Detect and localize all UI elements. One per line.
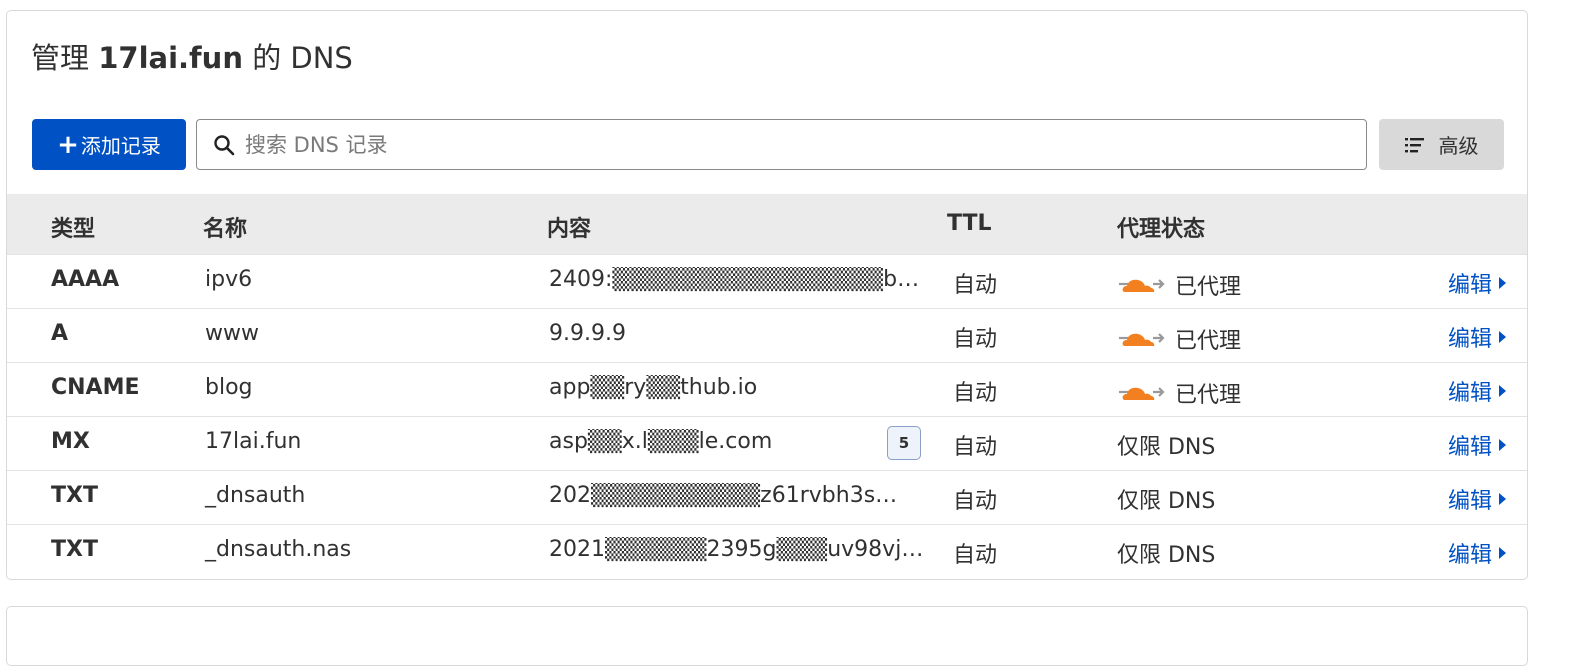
proxy-status: 仅限 DNS [1117, 483, 1215, 515]
record-name: www [205, 321, 259, 346]
record-type: AAAA [51, 267, 120, 292]
proxy-status-label: 已代理 [1175, 329, 1242, 354]
record-name: 17lai.fun [205, 429, 302, 454]
add-record-button[interactable]: + 添加记录 [32, 119, 186, 170]
record-ttl: 自动 [953, 381, 998, 406]
record-content: 2021▒▒▒▒▒▒2395g▒▒▒uv98vj7… [549, 537, 924, 562]
record-ttl: 自动 [953, 489, 998, 514]
record-ttl: 自动 [953, 435, 998, 460]
proxy-status: 仅限 DNS [1117, 429, 1215, 461]
edit-link[interactable]: 编辑 [1448, 375, 1507, 407]
edit-link[interactable]: 编辑 [1448, 321, 1507, 353]
table-row[interactable]: TXT _dnsauth.nas 2021▒▒▒▒▒▒2395g▒▒▒uv98v… [7, 524, 1527, 578]
record-content: 2409:▒▒▒▒▒▒▒▒▒▒▒▒▒▒▒▒beff… [549, 267, 924, 292]
record-content: app▒▒ry▒▒thub.io [549, 375, 758, 400]
domain-name: 17lai.fun [98, 41, 243, 75]
edit-label: 编辑 [1448, 273, 1493, 298]
edit-label: 编辑 [1448, 435, 1493, 460]
table-row[interactable]: A www 9.9.9.9 自动 已代理 编辑 [7, 308, 1527, 362]
record-ttl: 自动 [953, 327, 998, 352]
edit-label: 编辑 [1448, 489, 1493, 514]
secondary-card [6, 606, 1528, 666]
column-ttl[interactable]: TTL [947, 211, 992, 236]
record-name: _dnsauth.nas [205, 537, 352, 562]
list-filter-icon [1404, 137, 1424, 152]
edit-link[interactable]: 编辑 [1448, 429, 1507, 461]
proxy-status-label: 已代理 [1175, 275, 1242, 300]
edit-label: 编辑 [1448, 381, 1493, 406]
advanced-button[interactable]: 高级 [1379, 119, 1504, 170]
record-name: ipv6 [205, 267, 253, 292]
table-row[interactable]: TXT _dnsauth 202▒▒▒▒▒▒▒▒▒▒z61rvbh3s… 自动 … [7, 470, 1527, 524]
edit-label: 编辑 [1448, 543, 1493, 568]
table-header: 类型 名称 内容 TTL 代理状态 [7, 194, 1527, 254]
record-ttl: 自动 [953, 543, 998, 568]
proxy-status: 已代理 [1117, 377, 1241, 409]
record-content: asp▒▒x.l▒▒▒le.com [549, 429, 773, 454]
column-type[interactable]: 类型 [51, 211, 95, 243]
plus-icon: + [57, 129, 79, 160]
record-type: MX [51, 429, 90, 454]
proxy-status: 已代理 [1117, 323, 1241, 355]
record-type: TXT [51, 483, 98, 508]
table-row[interactable]: AAAA ipv6 2409:▒▒▒▒▒▒▒▒▒▒▒▒▒▒▒▒beff… 自动 … [7, 254, 1527, 308]
caret-right-icon [1499, 439, 1507, 451]
caret-right-icon [1499, 277, 1507, 289]
edit-link[interactable]: 编辑 [1448, 537, 1507, 569]
search-box[interactable] [196, 119, 1367, 170]
priority-badge: 5 [887, 426, 921, 460]
orange-cloud-icon [1119, 279, 1165, 292]
proxy-status-label: 已代理 [1175, 383, 1242, 408]
advanced-label: 高级 [1438, 134, 1479, 158]
record-name: _dnsauth [205, 483, 306, 508]
record-type: TXT [51, 537, 98, 562]
caret-right-icon [1499, 547, 1507, 559]
record-content: 9.9.9.9 [549, 321, 626, 346]
record-type: CNAME [51, 375, 140, 400]
record-type: A [51, 321, 69, 346]
column-content[interactable]: 内容 [547, 211, 591, 243]
proxy-status: 已代理 [1117, 269, 1241, 301]
caret-right-icon [1499, 385, 1507, 397]
orange-cloud-icon [1119, 333, 1165, 346]
caret-right-icon [1499, 331, 1507, 343]
table-row[interactable]: CNAME blog app▒▒ry▒▒thub.io 自动 已代理 编辑 [7, 362, 1527, 416]
record-content: 202▒▒▒▒▒▒▒▒▒▒z61rvbh3s… [549, 483, 898, 508]
caret-right-icon [1499, 493, 1507, 505]
edit-label: 编辑 [1448, 327, 1493, 352]
edit-link[interactable]: 编辑 [1448, 483, 1507, 515]
title-suffix: 的 DNS [252, 41, 353, 75]
proxy-status-label: 仅限 DNS [1117, 543, 1216, 568]
column-name[interactable]: 名称 [203, 211, 247, 243]
proxy-status-label: 仅限 DNS [1117, 489, 1216, 514]
proxy-status-label: 仅限 DNS [1117, 435, 1216, 460]
add-record-label: 添加记录 [80, 134, 161, 158]
search-icon [214, 134, 235, 155]
search-input[interactable] [243, 131, 1327, 158]
dns-records-card: 管理 17lai.fun 的 DNS + 添加记录 高级 类型 名称 内容 TT… [6, 10, 1528, 580]
title-prefix: 管理 [31, 41, 90, 75]
record-ttl: 自动 [953, 273, 998, 298]
table-row[interactable]: MX 17lai.fun asp▒▒x.l▒▒▒le.com 5 自动 仅限 D… [7, 416, 1527, 470]
edit-link[interactable]: 编辑 [1448, 267, 1507, 299]
column-proxy-status: 代理状态 [1117, 217, 1206, 242]
record-name: blog [205, 375, 253, 400]
proxy-status: 仅限 DNS [1117, 537, 1215, 569]
page-title: 管理 17lai.fun 的 DNS [31, 35, 353, 77]
orange-cloud-icon [1119, 387, 1165, 400]
